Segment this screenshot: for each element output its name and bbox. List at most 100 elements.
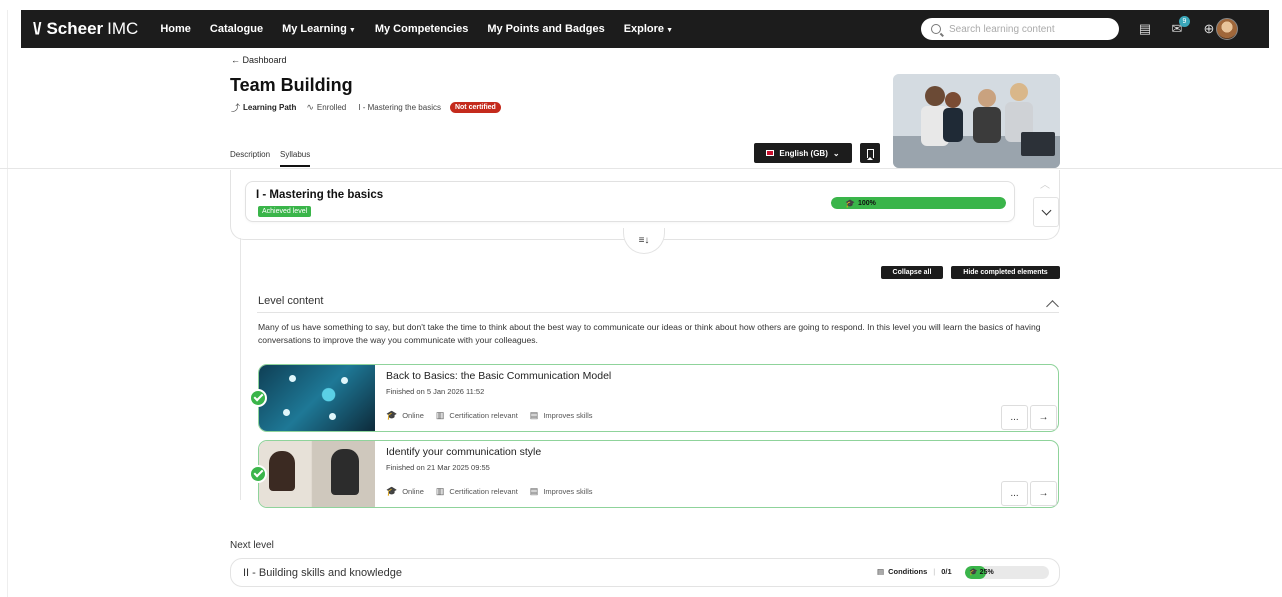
caret-down-icon: ▼ [666,27,673,34]
item-thumbnail [259,365,375,431]
top-nav: \/ Scheer IMC Home Catalogue My Learning… [21,10,1269,48]
nav-explore-label: Explore [623,23,665,35]
language-select-button[interactable]: English (GB) ⌄ [754,143,852,163]
avatar[interactable] [1216,18,1238,40]
tag-skills: ▤ Improves skills [530,486,593,497]
brand-mark: \/ [33,19,42,38]
next-level-progress-bar: 🎓 25% [965,566,1049,579]
conditions[interactable]: ▤ Conditions | 0/1 [877,567,952,576]
caret-down-icon: ▼ [348,27,356,34]
current-level: I - Mastering the basics [358,103,441,112]
nav-links: Home Catalogue My Learning ▼ My Competenc… [160,23,692,35]
item-tags: 🎓 Online ▥ Certification relevant ▤ Improve… [386,410,605,421]
content-item[interactable]: Back to Basics: the Basic Communication … [249,364,1059,432]
graduation-cap-icon: 🎓 [386,410,398,420]
nav-home-label: Home [160,23,191,35]
search-box[interactable] [921,18,1119,40]
scroll-up-arrow-icon[interactable]: ︿ [1034,176,1056,192]
tab-description[interactable]: Description [230,150,270,167]
uk-flag-icon [766,150,775,156]
tag-certification: ▥ Certification relevant [436,410,518,421]
level-card[interactable]: I - Mastering the basics Achieved level … [245,181,1015,222]
graduation-cap-icon: 🎓 [845,198,855,208]
item-tags: 🎓 Online ▥ Certification relevant ▤ Improve… [386,486,605,497]
network-node [341,377,348,384]
page-edge [7,10,8,597]
header-divider [0,168,1282,169]
separator: | [933,567,936,576]
next-level-progress-text: 🎓 25% [969,568,994,576]
tab-bar: Description Syllabus [230,150,320,167]
chevron-up-icon[interactable] [1046,300,1059,313]
hide-completed-button[interactable]: Hide completed elements [951,266,1060,279]
search-icon [931,24,941,34]
level-progress-bar: 🎓 100% [831,197,1006,209]
next-level-card[interactable]: II - Building skills and knowledge ▤ Con… [230,558,1060,587]
nav-points-badges[interactable]: My Points and Badges [487,23,604,35]
inbox-icon[interactable]: ✉ 9 [1169,16,1190,37]
level-description: Many of us have something to say, but do… [258,322,1041,345]
nav-home[interactable]: Home [160,23,191,35]
learning-path-icon: ⤴ [231,103,241,113]
more-options-button[interactable]: ... [1001,481,1028,506]
nav-my-competencies[interactable]: My Competencies [375,23,469,35]
catalog-icon[interactable]: ▤ [1137,21,1153,37]
open-item-button[interactable]: → [1030,481,1057,506]
nav-my-competencies-label: My Competencies [374,23,469,35]
sort-tab[interactable]: ≡↓ [623,228,665,254]
tag-label: Improves skills [543,487,593,496]
check-mark [253,467,263,478]
completed-check-icon [249,465,267,483]
bookmark-button[interactable] [860,143,880,163]
chevron-down-icon [1041,205,1051,215]
search-input[interactable] [949,23,1109,35]
completed-check-icon [249,389,267,407]
level-content-divider [257,312,1059,313]
nav-catalogue[interactable]: Catalogue [210,23,263,35]
back-to-dashboard-link[interactable]: ← Dashboard [231,55,287,65]
path-type: Learning Path [243,103,297,112]
certificate-icon: ▥ [435,410,445,420]
tag-label: Online [402,411,424,420]
tag-online: 🎓 Online [386,410,424,421]
item-finished-date: Finished on 5 Jan 2026 11:52 [386,387,485,396]
item-title[interactable]: Identify your communication style [386,446,541,458]
tag-label: Online [402,487,424,496]
graduation-cap-icon: 🎓 [969,569,978,576]
bookmark-icon [866,148,874,160]
tag-online: 🎓 Online [386,486,424,497]
open-item-button[interactable]: → [1030,405,1057,430]
nav-my-learning[interactable]: My Learning ▼ [282,23,356,35]
skills-icon: ▤ [529,486,539,496]
nav-explore[interactable]: Explore ▼ [624,23,673,35]
item-thumbnail [259,441,375,507]
nav-my-learning-label: My Learning [282,23,347,35]
content-item[interactable]: Identify your communication style Finish… [249,440,1059,508]
level-progress-fill: 🎓 100% [831,197,1006,209]
brand-name: Scheer [46,19,104,38]
brand-logo[interactable]: \/ Scheer IMC [33,19,138,39]
expand-level-button[interactable] [1033,197,1059,227]
brand-suffix: IMC [107,19,139,38]
tag-certification: ▥ Certification relevant [436,486,518,497]
item-finished-date: Finished on 21 Mar 2025 09:55 [386,463,490,472]
tag-skills: ▤ Improves skills [530,410,593,421]
network-node [289,375,296,382]
enrolled-icon: ∿ [306,102,314,112]
hero-image [893,74,1060,168]
conditions-icon: ▤ [877,567,885,576]
collapse-all-button[interactable]: Collapse all [881,266,943,279]
tab-syllabus[interactable]: Syllabus [280,150,311,167]
level-content-heading: Level content [258,295,324,307]
check-mark [253,391,263,402]
item-title[interactable]: Back to Basics: the Basic Communication … [386,370,611,382]
nav-points-badges-label: My Points and Badges [487,23,605,35]
more-options-button[interactable]: ... [1001,405,1028,430]
conditions-label: Conditions [888,567,928,576]
page-title: Team Building [230,75,353,95]
tag-label: Certification relevant [449,411,518,420]
level-status-badge: Achieved level [258,206,312,217]
next-level-heading: Next level [230,540,274,551]
next-level-title: II - Building skills and knowledge [243,567,402,579]
globe-icon[interactable]: ⊕ [1201,21,1217,37]
